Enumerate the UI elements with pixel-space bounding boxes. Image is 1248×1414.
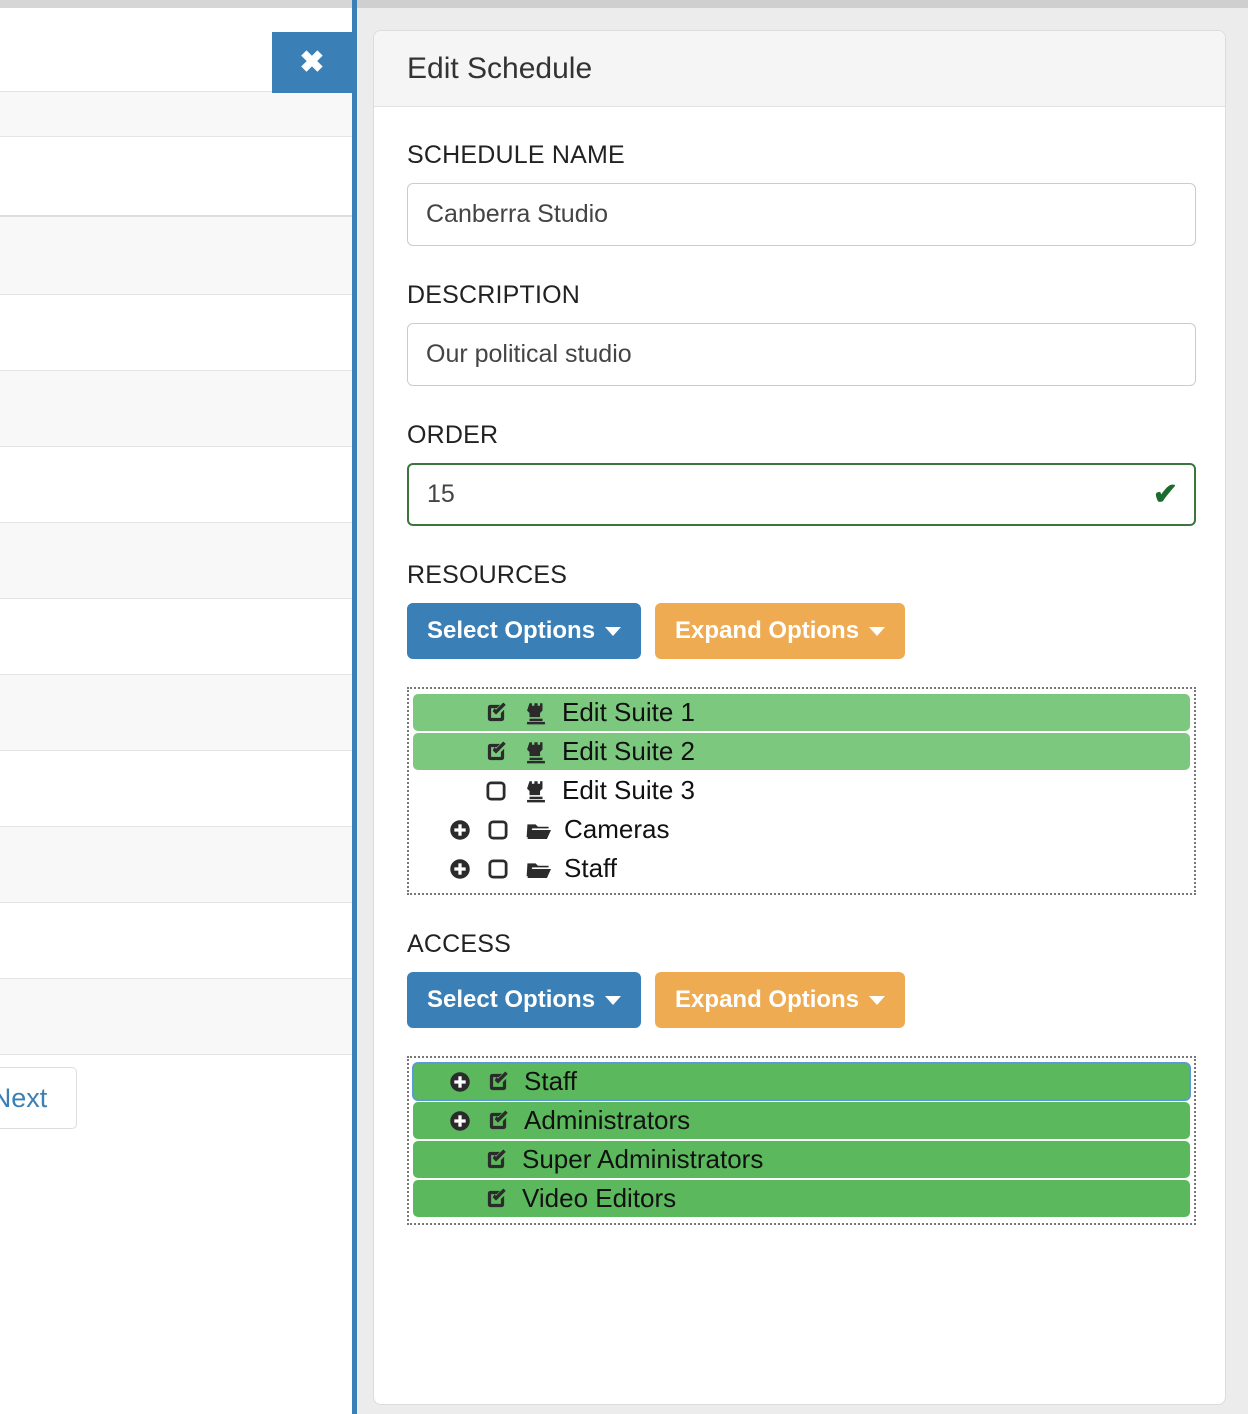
tree-item-label: Staff bbox=[564, 853, 618, 883]
checkbox-unchecked-icon[interactable] bbox=[483, 815, 513, 845]
resources-select-options-button[interactable]: Select Options bbox=[407, 603, 642, 659]
plus-circle-expander-icon[interactable] bbox=[445, 854, 475, 884]
table-row bbox=[0, 827, 352, 903]
modal-body: SCHEDULE NAME DESCRIPTION ORDER ✔ RESOUR… bbox=[374, 107, 1225, 1225]
screen-root: ✖ Next Edit Schedule SCHEDULE NAME DESCR… bbox=[0, 0, 1248, 1414]
background-table bbox=[0, 8, 352, 1055]
resources-button-row: Select Options Expand Options bbox=[407, 603, 1192, 659]
tree-item-label: Edit Suite 1 bbox=[562, 697, 695, 727]
modal-header: Edit Schedule bbox=[374, 31, 1225, 107]
folder-icon bbox=[523, 854, 553, 884]
table-row bbox=[0, 979, 352, 1055]
tree-item-row[interactable]: Staff bbox=[412, 1062, 1191, 1101]
table-row bbox=[0, 371, 352, 447]
chevron-down-icon bbox=[869, 626, 886, 636]
schedule-name-label: SCHEDULE NAME bbox=[407, 141, 625, 169]
folder-icon bbox=[523, 815, 553, 845]
description-label: DESCRIPTION bbox=[407, 281, 581, 309]
checkbox-checked-icon[interactable] bbox=[483, 1067, 513, 1097]
tree-item-label: Staff bbox=[524, 1066, 578, 1096]
resources-expand-options-label: Expand Options bbox=[675, 617, 860, 644]
checkbox-unchecked-icon[interactable] bbox=[481, 776, 511, 806]
window-top-strip-right bbox=[357, 0, 1248, 8]
resources-expand-options-button[interactable]: Expand Options bbox=[655, 603, 906, 659]
plus-circle-expander-icon[interactable] bbox=[445, 815, 475, 845]
check-icon: ✔ bbox=[1152, 477, 1178, 511]
access-expand-options-label: Expand Options bbox=[675, 986, 860, 1013]
chevron-down-icon bbox=[869, 995, 886, 1005]
order-input[interactable] bbox=[407, 463, 1196, 526]
rook-icon bbox=[521, 698, 551, 728]
tree-item-label: Edit Suite 2 bbox=[562, 736, 695, 766]
checkbox-checked-icon[interactable] bbox=[481, 1184, 511, 1214]
tree-item-row[interactable]: Edit Suite 1 bbox=[413, 694, 1190, 731]
tree-item-row[interactable]: Administrators bbox=[413, 1102, 1190, 1139]
table-row bbox=[0, 92, 352, 137]
tree-item-row[interactable]: Super Administrators bbox=[413, 1141, 1190, 1178]
resources-tree[interactable]: Edit Suite 1 Edit Suite 2 Edit Suite 3 Came… bbox=[407, 687, 1196, 895]
table-row bbox=[0, 751, 352, 827]
tree-item-row[interactable]: Edit Suite 3 bbox=[413, 772, 1190, 809]
checkbox-checked-icon[interactable] bbox=[481, 1145, 511, 1175]
description-input[interactable] bbox=[407, 323, 1196, 386]
schedule-name-input[interactable] bbox=[407, 183, 1196, 246]
table-row bbox=[0, 295, 352, 371]
chevron-down-icon bbox=[605, 995, 622, 1005]
tree-item-row[interactable]: Video Editors bbox=[413, 1180, 1190, 1217]
table-row bbox=[0, 903, 352, 979]
order-label: ORDER bbox=[407, 421, 499, 449]
pagination-next-button[interactable]: Next bbox=[0, 1067, 77, 1129]
access-tree[interactable]: Staff Administrators Super Administrators V… bbox=[407, 1056, 1196, 1225]
pagination-next-label: Next bbox=[0, 1082, 48, 1113]
access-label: ACCESS bbox=[407, 930, 512, 958]
plus-circle-expander-icon[interactable] bbox=[445, 1106, 475, 1136]
tree-item-label: Video Editors bbox=[522, 1183, 677, 1213]
tree-item-label: Administrators bbox=[524, 1105, 691, 1135]
tree-item-row[interactable]: Staff bbox=[413, 850, 1190, 887]
table-row bbox=[0, 217, 352, 295]
close-button[interactable]: ✖ bbox=[272, 32, 352, 93]
table-row bbox=[0, 675, 352, 751]
rook-icon bbox=[521, 737, 551, 767]
tree-item-row[interactable]: Edit Suite 2 bbox=[413, 733, 1190, 770]
rook-icon bbox=[521, 776, 551, 806]
modal-title: Edit Schedule bbox=[407, 51, 593, 85]
access-button-row: Select Options Expand Options bbox=[407, 972, 1192, 1028]
edit-schedule-modal: Edit Schedule SCHEDULE NAME DESCRIPTION … bbox=[373, 30, 1226, 1405]
close-x-icon: ✖ bbox=[299, 45, 325, 79]
checkbox-checked-icon[interactable] bbox=[481, 737, 511, 767]
table-row bbox=[0, 447, 352, 523]
access-select-options-label: Select Options bbox=[427, 986, 596, 1013]
tree-item-label: Cameras bbox=[564, 814, 670, 844]
order-input-wrap: ✔ bbox=[407, 463, 1196, 526]
tree-item-label: Super Administrators bbox=[522, 1144, 764, 1174]
tree-item-row[interactable]: Cameras bbox=[413, 811, 1190, 848]
table-row bbox=[0, 137, 352, 217]
table-row bbox=[0, 523, 352, 599]
chevron-down-icon bbox=[605, 626, 622, 636]
checkbox-checked-icon[interactable] bbox=[481, 698, 511, 728]
resources-label: RESOURCES bbox=[407, 561, 568, 589]
table-row bbox=[0, 599, 352, 675]
checkbox-checked-icon[interactable] bbox=[483, 1106, 513, 1136]
tree-item-label: Edit Suite 3 bbox=[562, 775, 695, 805]
access-expand-options-button[interactable]: Expand Options bbox=[655, 972, 906, 1028]
checkbox-unchecked-icon[interactable] bbox=[483, 854, 513, 884]
resources-select-options-label: Select Options bbox=[427, 617, 596, 644]
access-select-options-button[interactable]: Select Options bbox=[407, 972, 642, 1028]
background-page: ✖ Next bbox=[0, 8, 352, 1414]
plus-circle-expander-icon[interactable] bbox=[445, 1067, 475, 1097]
